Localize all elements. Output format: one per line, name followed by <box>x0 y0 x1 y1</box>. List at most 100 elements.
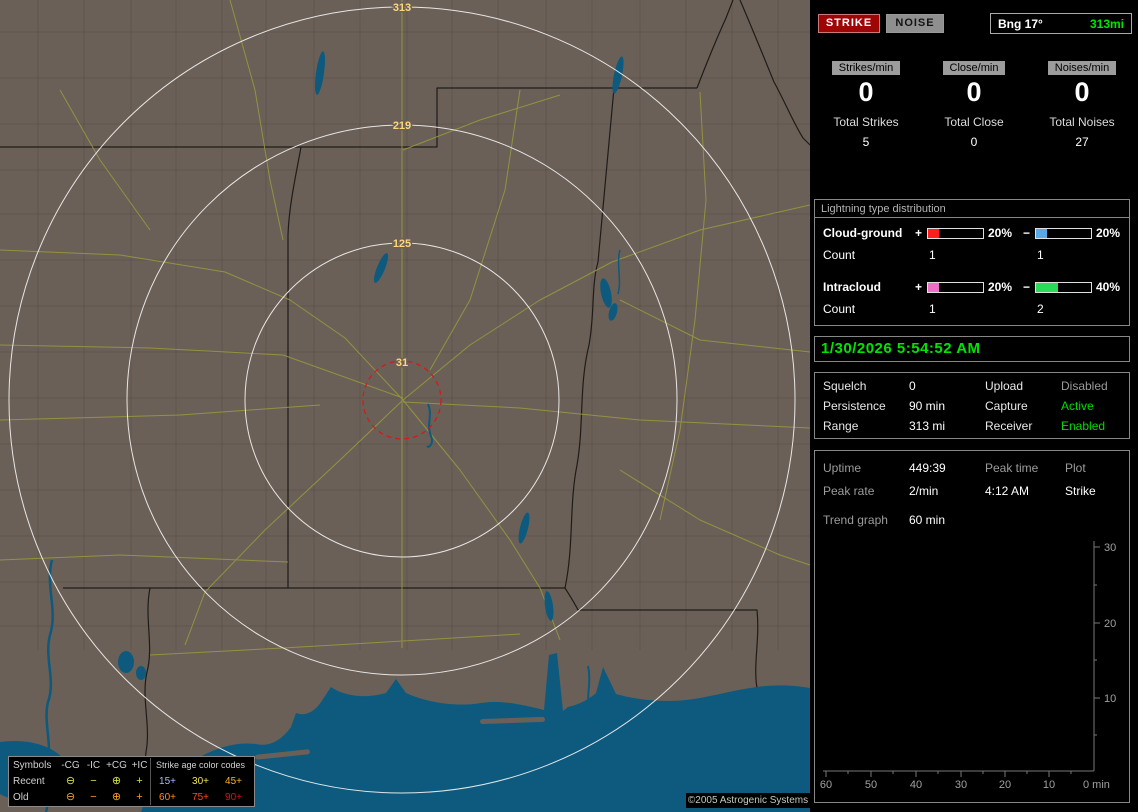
y-tick-30: 30 <box>1104 542 1116 554</box>
intracloud-row: Intracloud + 20% − 40% <box>815 281 1129 295</box>
stats-panel: Uptime 449:39 Peak time Plot Peak rate 2… <box>814 450 1130 803</box>
age-30: 30+ <box>192 775 209 787</box>
squelch-value: 0 <box>909 379 916 393</box>
upload-status: Disabled <box>1061 379 1108 393</box>
x-tick-10: 10 <box>1043 779 1055 791</box>
receiver-status: Enabled <box>1061 419 1106 433</box>
strikes-per-min-value: 0 <box>858 77 874 107</box>
legend-recent-row: Recent ⊖ − ⊕ + 15+ 30+ 45+ <box>9 773 254 789</box>
counters: Strikes/min 0 Total Strikes 5 Close/min … <box>812 60 1138 149</box>
age-15: 15+ <box>159 775 176 787</box>
copyright: ©2005 Astrogenic Systems <box>686 793 810 808</box>
age-60: 60+ <box>159 791 176 803</box>
x-tick-60: 60 <box>820 779 832 791</box>
legend-old-row: Old ⊖ − ⊕ + 60+ 75+ 90+ <box>9 789 254 805</box>
receiver-label: Receiver <box>985 419 1033 433</box>
ic-plus-bar-fill <box>928 283 939 292</box>
ic-minus-pct: 40% <box>1096 280 1121 294</box>
axis-labels: 30 20 10 60 50 40 30 20 10 0 min <box>820 542 1116 791</box>
neg-cg-recent-icon: ⊖ <box>65 775 76 787</box>
lightning-distribution-panel: Lightning type distribution Cloud-ground… <box>814 199 1130 326</box>
persistence-label: Persistence <box>823 399 886 413</box>
neg-cg-old-icon: ⊖ <box>65 791 76 803</box>
range-label: Range <box>823 419 859 433</box>
plot-label: Plot <box>1065 461 1086 475</box>
map-canvas: 313 219 125 31 <box>0 0 810 812</box>
range-value: 313 mi <box>909 419 946 433</box>
pos-ic-recent-icon: + <box>136 775 143 787</box>
noises-per-min-value: 0 <box>1074 77 1090 107</box>
bearing-value: Bng 17° <box>998 16 1043 31</box>
legend-type-pos-cg: +CG <box>106 759 127 771</box>
map-legend: Symbols -CG -IC +CG +IC Strike age color… <box>8 756 255 807</box>
cg-plus-bar-fill <box>928 229 939 238</box>
x-tick-50: 50 <box>865 779 877 791</box>
cg-plus-pct: 20% <box>988 226 1013 240</box>
neg-ic-old-icon: − <box>90 791 97 803</box>
datetime-value: 1/30/2026 5:54:52 AM <box>821 340 981 357</box>
age-45: 45+ <box>225 775 242 787</box>
ic-minus-count: 2 <box>1037 302 1044 316</box>
cg-minus-count: 1 <box>1037 248 1044 262</box>
ring-label-219: 219 <box>393 120 411 132</box>
plot-type-value: Strike <box>1065 484 1096 498</box>
legend-age-header: Strike age color codes <box>155 760 246 770</box>
cg-minus-bar-fill <box>1036 229 1047 238</box>
uptime-label: Uptime <box>823 461 862 475</box>
x-tick-30: 30 <box>955 779 967 791</box>
close-per-min-label: Close/min <box>942 61 1006 75</box>
total-close-label: Total Close <box>944 115 1004 129</box>
intracloud-label: Intracloud <box>823 280 882 294</box>
origin-label: 0 min <box>1083 779 1110 791</box>
pos-cg-recent-icon: ⊕ <box>111 775 122 787</box>
total-noises-value: 27 <box>1075 135 1089 149</box>
counter-noises: Noises/min 0 Total Noises 27 <box>1028 60 1136 149</box>
datetime-panel: 1/30/2026 5:54:52 AM <box>814 336 1130 362</box>
intracloud-count-row: Count 1 2 <box>815 303 1129 317</box>
legend-symbols-header: Symbols <box>13 759 52 771</box>
plus-sign: + <box>915 226 923 240</box>
peak-rate-label: Peak rate <box>823 484 875 498</box>
app-window: 313 219 125 31 Symbols -CG -IC +CG +IC S… <box>0 0 1138 812</box>
cloud-ground-row: Cloud-ground + 20% − 20% <box>815 227 1129 241</box>
x-axis-ticks <box>825 771 1072 777</box>
neg-ic-recent-icon: − <box>90 775 97 787</box>
distribution-title: Lightning type distribution <box>815 200 1129 218</box>
legend-header-row: Symbols -CG -IC +CG +IC Strike age color… <box>9 757 254 773</box>
close-per-min-value: 0 <box>966 77 982 107</box>
settings-panel: Squelch 0 Upload Disabled Persistence 90… <box>814 372 1130 439</box>
counter-close: Close/min 0 Total Close 0 <box>920 60 1028 149</box>
peak-time-label: Peak time <box>985 461 1039 475</box>
strike-button[interactable]: STRIKE <box>818 14 880 33</box>
legend-type-pos-ic: +IC <box>131 759 148 771</box>
legend-old-label: Old <box>13 791 29 803</box>
total-strikes-label: Total Strikes <box>833 115 899 129</box>
ic-minus-bar <box>1035 282 1092 293</box>
map-area[interactable]: 313 219 125 31 Symbols -CG -IC +CG +IC S… <box>0 0 810 812</box>
strikes-per-min-label: Strikes/min <box>831 61 901 75</box>
ic-plus-pct: 20% <box>988 280 1013 294</box>
cg-minus-pct: 20% <box>1096 226 1121 240</box>
noise-button[interactable]: NOISE <box>886 14 944 33</box>
trend-graph: 30 20 10 60 50 40 30 20 10 0 min <box>820 541 1116 791</box>
cg-minus-bar <box>1035 228 1092 239</box>
trend-window-value: 60 min <box>909 513 946 527</box>
age-90: 90+ <box>225 791 242 803</box>
side-panel: STRIKE NOISE Bng 17° 313mi Strikes/min 0… <box>812 0 1138 812</box>
legend-type-neg-cg: -CG <box>61 759 80 771</box>
count-label: Count <box>823 302 856 316</box>
x-tick-40: 40 <box>910 779 922 791</box>
total-close-value: 0 <box>970 135 978 149</box>
pos-ic-old-icon: + <box>136 791 143 803</box>
y-tick-20: 20 <box>1104 618 1116 630</box>
pos-cg-old-icon: ⊕ <box>111 791 122 803</box>
ic-plus-bar <box>927 282 984 293</box>
trend-graph-label: Trend graph <box>823 513 888 527</box>
uptime-value: 449:39 <box>909 461 946 475</box>
bearing-readout: Bng 17° 313mi <box>990 13 1132 34</box>
ic-minus-bar-fill <box>1036 283 1058 292</box>
peak-time-value: 4:12 AM <box>985 484 1030 498</box>
legend-recent-label: Recent <box>13 775 45 787</box>
y-axis-ticks <box>1094 546 1100 736</box>
total-strikes-value: 5 <box>862 135 870 149</box>
